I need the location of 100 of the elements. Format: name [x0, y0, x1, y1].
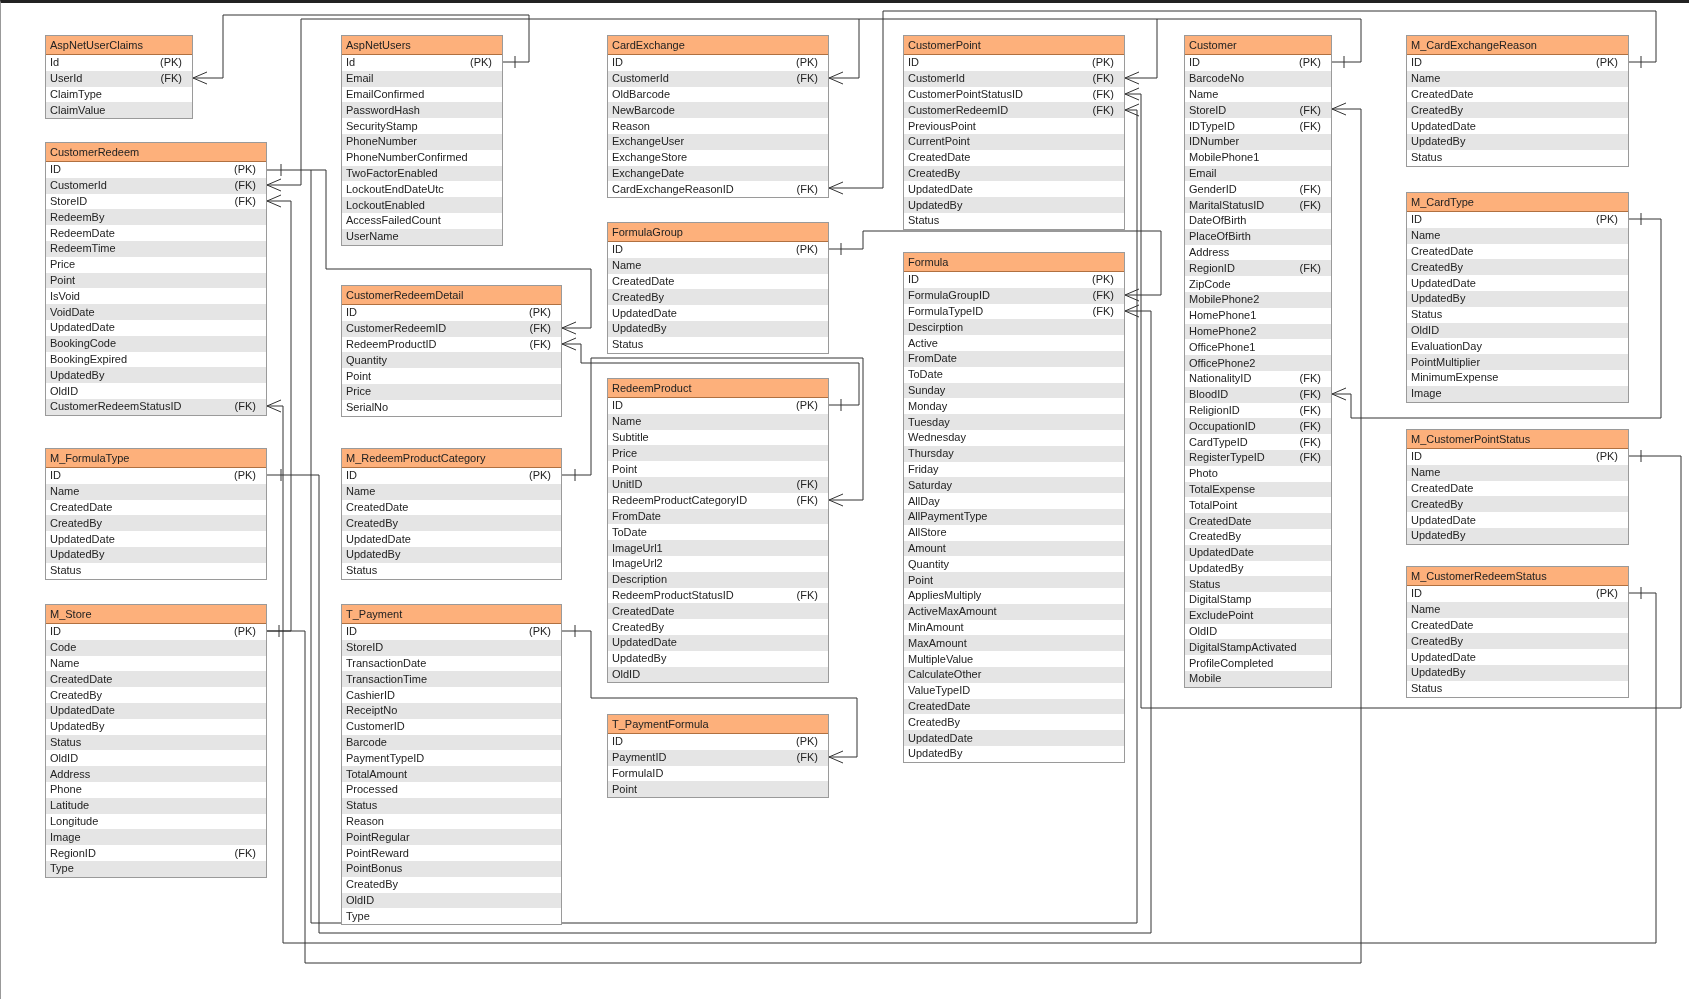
entity-table[interactable] — [607, 378, 829, 684]
column-name: Longitude — [50, 813, 99, 829]
column-name: Amount — [908, 540, 946, 556]
entity-table[interactable]: CustomerRedeemDetail ID (PK) CustomerRedeemID (FK) RedeemProductID (FK) Quantity Point Price SerialNo — [341, 285, 562, 417]
column-name: ReligionID — [1189, 402, 1240, 418]
key-label: (PK) — [529, 624, 551, 640]
column-name: CreatedDate — [1411, 481, 1474, 496]
key-label: (FK) — [1299, 181, 1321, 197]
column-name: UpdatedBy — [1411, 665, 1466, 681]
column-name: RedeemDate — [50, 225, 115, 241]
entity-table[interactable]: AspNetUsers Id (PK) Email EmailConfirmed PasswordHash SecurityStamp PhoneNumber PhoneNumberConfirmed TwoFactorEnabled LockoutEndDateUtc LockoutEnabled AccessFailedCount UserName — [341, 35, 503, 246]
entity-table[interactable]: T_PaymentFormula ID (PK) PaymentID (FK) FormulaID Point — [607, 714, 829, 799]
key-label: (FK) — [1299, 197, 1321, 213]
column-name: OldID — [50, 750, 79, 766]
column-name: Tuesday — [908, 414, 950, 430]
entity-table[interactable] — [1184, 35, 1332, 688]
column-name: MinAmount — [908, 619, 964, 635]
entity-table[interactable]: M_CustomerPointStatus ID (PK) Name CreatedDate CreatedBy UpdatedDate UpdatedBy — [1406, 429, 1629, 545]
column-name: Active — [908, 335, 938, 351]
entity-table[interactable] — [341, 604, 562, 926]
entity-table[interactable]: M_RedeemProductCategory ID (PK) Name CreatedDate CreatedBy UpdatedDate UpdatedBy Status — [341, 448, 562, 580]
column-name: RedeemBy — [50, 209, 105, 225]
column-name: UpdatedBy — [1189, 560, 1244, 576]
column-name: ID — [1411, 586, 1422, 602]
key-label: (FK) — [796, 750, 818, 766]
entity-table[interactable]: M_CardExchangeReason ID (PK) Name CreatedDate CreatedBy UpdatedDate UpdatedBy Status — [1406, 35, 1629, 167]
table-header: M_RedeemProductCategory — [342, 449, 561, 468]
column-name: FormulaID — [612, 766, 664, 781]
column-name: OldBarcode — [612, 87, 671, 102]
column-name: ToDate — [908, 367, 943, 383]
column-name: TotalPoint — [1189, 497, 1238, 513]
column-name: HomePhone2 — [1189, 323, 1257, 339]
entity-table[interactable]: M_Store ID (PK) Code Name CreatedDate CreatedBy UpdatedDate UpdatedBy Status OldID Address Phone Latitude Longitude Image RegionID (FK) Type — [45, 604, 267, 878]
column-name: IDNumber — [1189, 134, 1240, 150]
column-name: UpdatedDate — [908, 181, 973, 197]
column-name: CreatedDate — [346, 500, 409, 515]
column-name: ID — [1411, 449, 1422, 465]
column-name: Status — [908, 213, 940, 229]
column-name: Status — [346, 563, 378, 579]
key-label: (FK) — [1092, 288, 1114, 304]
column-name: HomePhone1 — [1189, 308, 1257, 324]
column-name: Wednesday — [908, 430, 966, 446]
column-name: CashierID — [346, 687, 395, 703]
entity-table[interactable] — [903, 252, 1125, 763]
column-name: Reason — [612, 118, 650, 134]
column-name: ExcludePoint — [1189, 608, 1254, 624]
table-header: FormulaGroup — [608, 223, 828, 242]
column-name: Subtitle — [612, 430, 649, 445]
entity-table[interactable]: M_CardType ID (PK) Name CreatedDate CreatedBy UpdatedDate UpdatedBy Status OldID EvaluationDay PointMultiplier MinimumExpense Image — [1406, 192, 1629, 403]
key-label: (PK) — [1596, 55, 1618, 71]
column-name: UnitID — [612, 477, 643, 493]
entity-table[interactable]: M_CustomerRedeemStatus ID (PK) Name CreatedDate CreatedBy UpdatedDate UpdatedBy Status — [1406, 566, 1629, 698]
column-name: OldID — [346, 892, 375, 908]
column-name: AllDay — [908, 493, 940, 509]
column-name: Status — [346, 798, 378, 814]
column-name: Address — [1189, 244, 1230, 260]
column-name: ClaimValue — [50, 102, 106, 118]
key-label: (FK) — [1092, 304, 1114, 319]
column-name: CreatedBy — [346, 877, 398, 893]
column-name: UpdatedDate — [1189, 545, 1254, 561]
table-header: T_PaymentFormula — [608, 715, 828, 734]
column-name: IsVoid — [50, 288, 80, 304]
key-label: (FK) — [234, 399, 256, 415]
column-name: Photo — [1189, 466, 1218, 482]
key-label: (FK) — [796, 587, 818, 603]
column-name: DigitalStampActivated — [1189, 639, 1297, 655]
entity-table[interactable]: AspNetUserClaims Id (PK) UserId (FK) ClaimType ClaimValue — [45, 35, 193, 120]
column-name: ID — [908, 272, 919, 288]
column-name: CustomerId — [50, 178, 107, 194]
column-name: ID — [908, 55, 919, 71]
entity-table[interactable]: CardExchange ID (PK) CustomerId (FK) OldBarcode NewBarcode Reason ExchangeUser ExchangeStore ExchangeDate CardExchangeReasonID (FK) — [607, 35, 829, 199]
column-name: CurrentPoint — [908, 134, 970, 150]
column-name: Name — [1411, 465, 1441, 481]
column-name: Status — [1189, 576, 1221, 592]
entity-table[interactable]: CustomerPoint ID (PK) CustomerId (FK) CustomerPointStatusID (FK) CustomerRedeemID (FK) PreviousPoint CurrentPoint CreatedDate CreatedBy UpdatedDate UpdatedBy Status — [903, 35, 1125, 230]
column-name: LockoutEnabled — [346, 197, 425, 213]
column-name: UpdatedDate — [50, 703, 115, 719]
column-name: CustomerID — [346, 719, 405, 735]
column-name: CreatedDate — [1411, 87, 1474, 102]
column-name: Name — [1411, 71, 1441, 87]
column-name: UpdatedBy — [908, 746, 963, 762]
column-name: EmailConfirmed — [346, 87, 425, 102]
column-name: OldID — [612, 666, 641, 682]
column-name: CreatedBy — [612, 289, 664, 305]
column-name: CreatedBy — [612, 619, 664, 635]
column-name: Phone — [50, 782, 82, 798]
key-label: (FK) — [1092, 102, 1114, 118]
column-name: AllPaymentType — [908, 509, 988, 525]
column-name: IDTypeID — [1189, 118, 1235, 134]
column-name: UpdatedDate — [1411, 512, 1476, 528]
key-label: (FK) — [1299, 402, 1321, 418]
column-name: AppliesMultiply — [908, 588, 982, 604]
entity-table[interactable]: CustomerRedeem ID (PK) CustomerId (FK) StoreID (FK) RedeemBy RedeemDate RedeemTime Price Point IsVoid VoidDate UpdatedDate BookingCode BookingExpired UpdatedBy OldID CustomerRedeemStatusID (FK) — [45, 142, 267, 416]
entity-table[interactable]: M_FormulaType ID (PK) Name CreatedDate CreatedBy UpdatedDate UpdatedBy Status — [45, 448, 267, 580]
entity-table[interactable]: FormulaGroup ID (PK) Name CreatedDate CreatedBy UpdatedDate UpdatedBy Status — [607, 222, 829, 354]
column-name: Image — [50, 829, 81, 845]
column-name: Email — [346, 71, 374, 87]
key-label: (FK) — [1299, 260, 1321, 276]
column-name: UpdatedDate — [1411, 275, 1476, 291]
column-name: UpdatedBy — [612, 321, 667, 337]
